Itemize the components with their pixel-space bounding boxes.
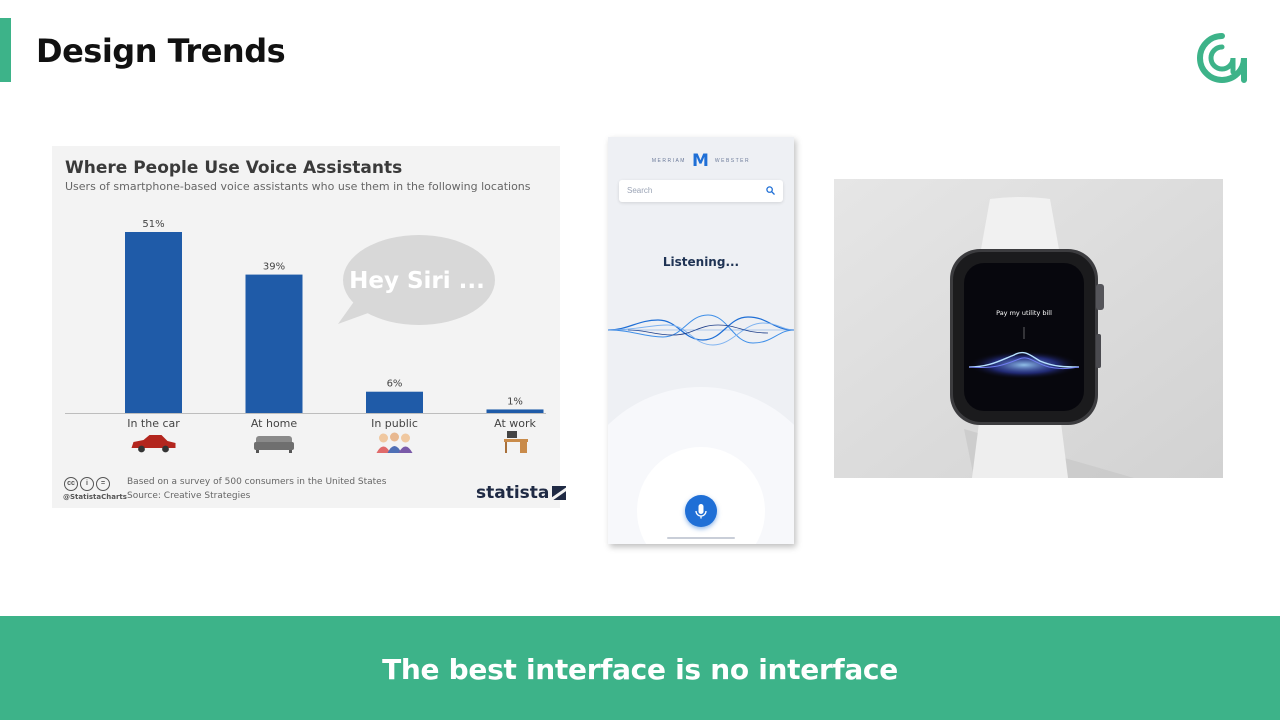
bar-in-public xyxy=(366,391,423,413)
statista-mark-icon xyxy=(552,486,567,500)
category-label: In the car xyxy=(127,417,180,430)
speech-bubble: Hey Siri ... xyxy=(338,235,495,325)
slide-title: Design Trends xyxy=(36,32,286,70)
microphone-button[interactable] xyxy=(685,495,717,527)
merriam-webster-logo-icon: M xyxy=(691,151,709,171)
search-icon[interactable] xyxy=(766,186,775,195)
statista-handle: @StatistaCharts xyxy=(63,493,127,501)
bar-value-label: 51% xyxy=(142,219,164,230)
bar-value-label: 1% xyxy=(507,396,523,407)
search-placeholder: Search xyxy=(627,186,653,195)
smartwatch-photo: Pay my utility bill xyxy=(834,179,1223,478)
watch-prompt: Pay my utility bill xyxy=(996,309,1052,317)
category-label: At work xyxy=(494,417,536,430)
sofa-icon xyxy=(254,436,294,453)
search-input[interactable]: Search xyxy=(619,180,783,202)
app-logo-icon xyxy=(1197,33,1247,83)
bar-at-home xyxy=(245,274,303,413)
category-label: In public xyxy=(371,417,418,430)
car-icon xyxy=(131,435,176,453)
statista-wordmark: statista xyxy=(476,483,550,503)
merriam-webster-header: MERRIAM M WEBSTER xyxy=(608,151,794,171)
brand-left: MERRIAM xyxy=(651,158,686,164)
tagline: The best interface is no interface xyxy=(382,653,898,686)
chart-source: Source: Creative Strategies xyxy=(127,491,251,501)
cc-icon: cc xyxy=(64,477,78,491)
bar-value-label: 39% xyxy=(263,262,285,273)
no-derivatives-icon: = xyxy=(96,477,110,491)
chart-card: Hey Siri ... 51% In the car 39% At home 6%… xyxy=(52,146,567,508)
smartwatch-illustration: Pay my utility bill xyxy=(834,179,1223,478)
statista-logo: statista xyxy=(476,483,567,503)
attribution-icon: i xyxy=(80,477,94,491)
accent-bar xyxy=(0,18,11,82)
home-indicator xyxy=(667,537,735,539)
bar-in-the-car xyxy=(125,232,182,413)
bar-at-work xyxy=(486,409,544,413)
voice-waveform xyxy=(608,314,794,346)
brand-right: WEBSTER xyxy=(714,158,751,164)
speech-bubble-text: Hey Siri ... xyxy=(349,268,485,294)
creative-commons-icons: cc i = xyxy=(64,477,110,491)
people-icon xyxy=(376,432,413,453)
bar-chart: Hey Siri ... 51% In the car 39% At home 6%… xyxy=(65,219,546,453)
chart-footnote: Based on a survey of 500 consumers in th… xyxy=(127,477,387,487)
chart-title: Where People Use Voice Assistants xyxy=(65,158,403,178)
listening-status: Listening... xyxy=(662,255,740,269)
footer-band: The best interface is no interface xyxy=(0,616,1280,720)
chart-subtitle: Users of smartphone-based voice assistan… xyxy=(65,180,531,193)
category-label: At home xyxy=(251,417,298,430)
desk-icon xyxy=(504,431,528,453)
phone-mockup: MERRIAM M WEBSTER Search Listening... xyxy=(608,137,794,544)
microphone-icon xyxy=(695,504,707,519)
bar-value-label: 6% xyxy=(387,379,403,390)
